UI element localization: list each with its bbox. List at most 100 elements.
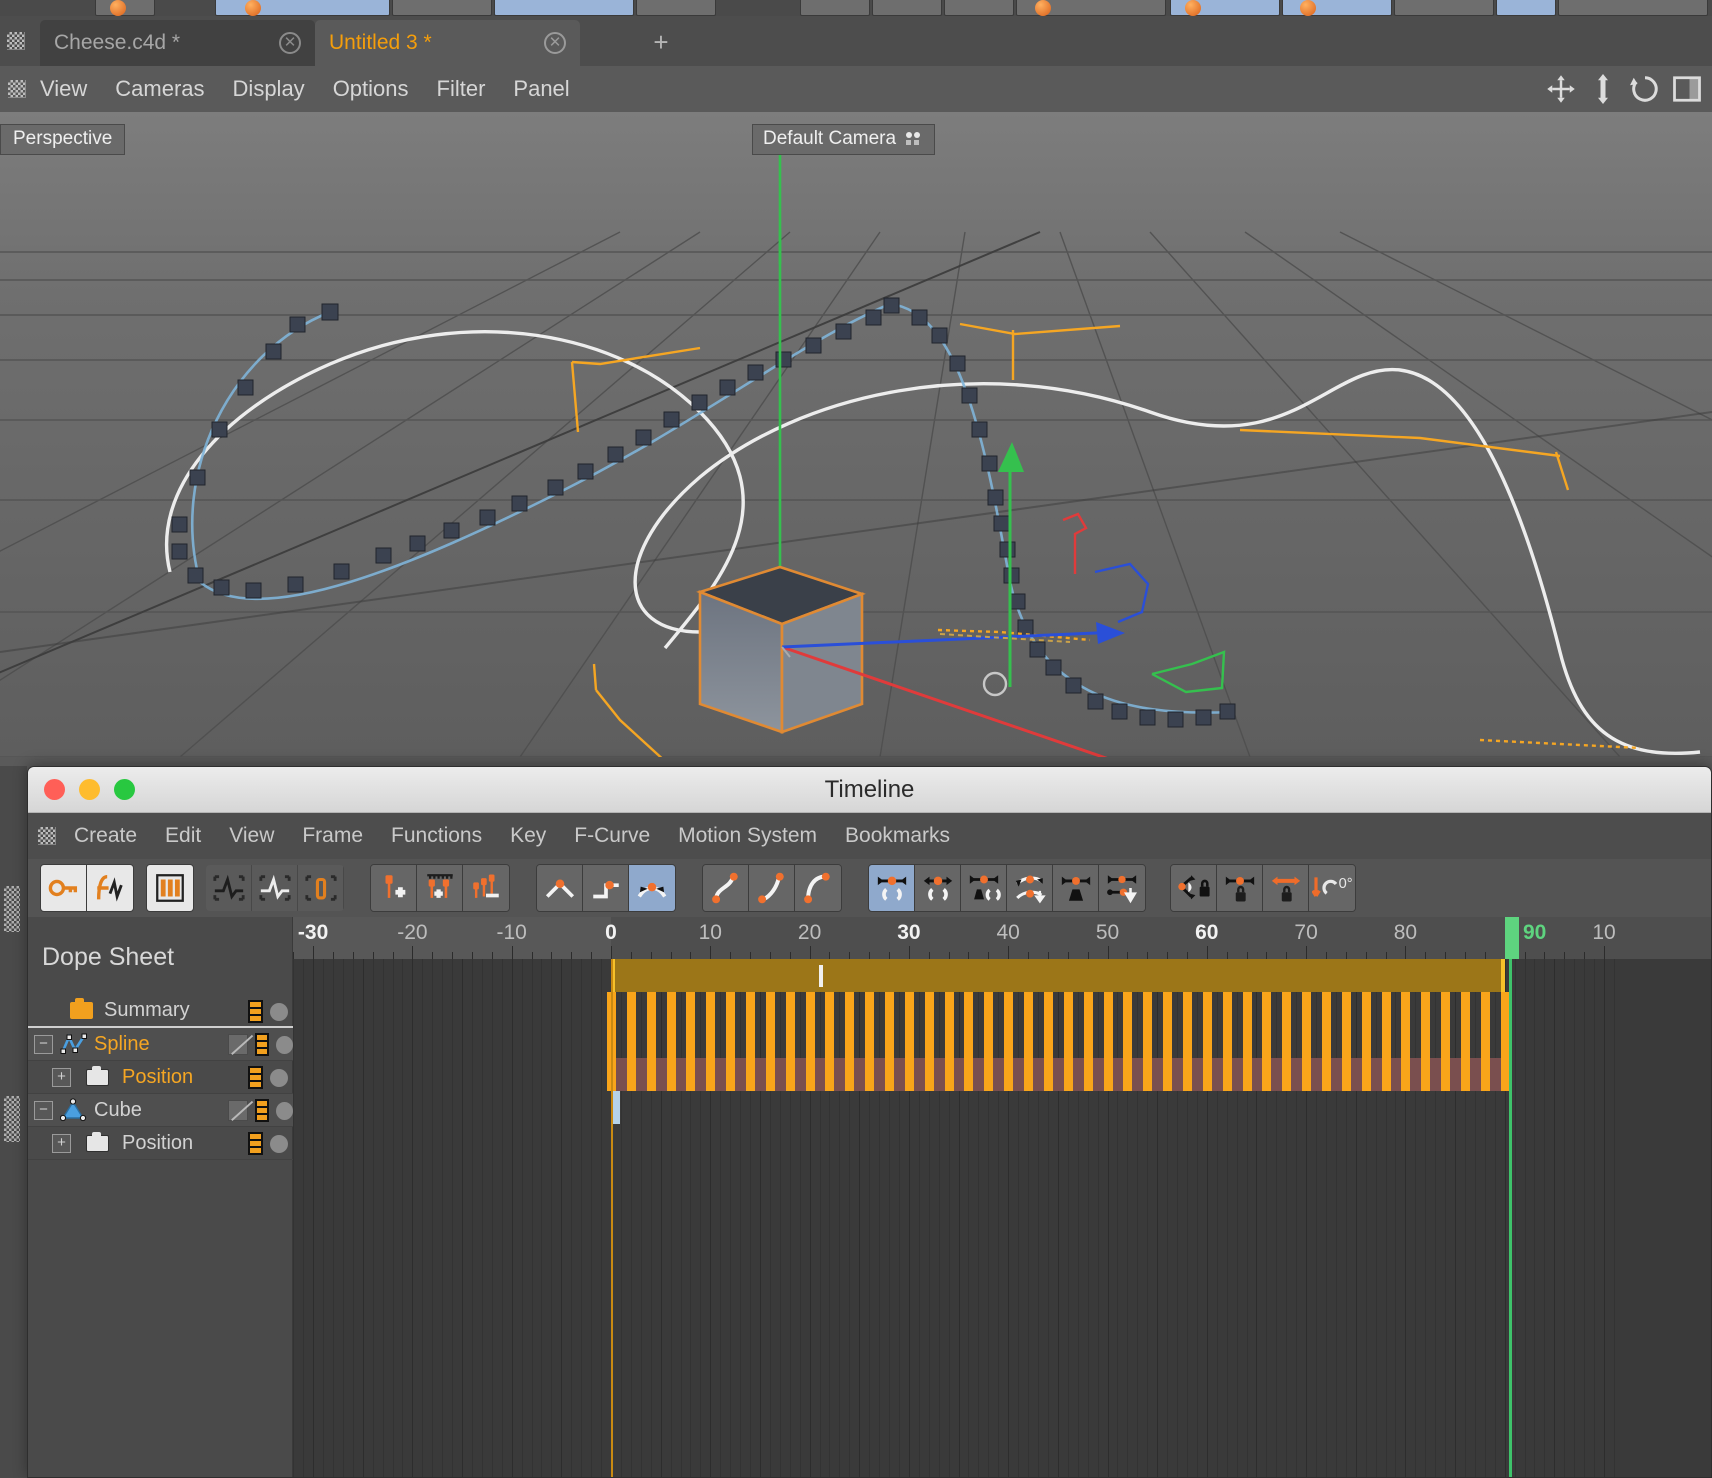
- preview-range-end-handle[interactable]: [1501, 959, 1505, 992]
- palette-orange-icon[interactable]: [245, 0, 261, 16]
- keyframe[interactable]: [1103, 1058, 1113, 1091]
- ease-out-button[interactable]: [795, 865, 841, 911]
- lock-value-button[interactable]: [1217, 865, 1263, 911]
- keyframe[interactable]: [865, 992, 875, 1025]
- keyframe[interactable]: [865, 1058, 875, 1091]
- keyframe[interactable]: [686, 1025, 696, 1058]
- track-solo-icon[interactable]: [270, 1068, 288, 1087]
- keyframe[interactable]: [1143, 1058, 1153, 1091]
- track-layer-chips-icon[interactable]: [248, 1132, 263, 1155]
- keyframe[interactable]: [686, 992, 696, 1025]
- keyframe[interactable]: [726, 1025, 736, 1058]
- palette-chunk[interactable]: [944, 0, 1014, 16]
- keyframe[interactable]: [1262, 1025, 1272, 1058]
- show-selected-button[interactable]: [252, 865, 298, 911]
- keyframe[interactable]: [944, 1025, 954, 1058]
- track-solo-icon[interactable]: [270, 1002, 288, 1021]
- keyframe[interactable]: [1282, 1058, 1292, 1091]
- keyframe[interactable]: [1083, 992, 1093, 1025]
- keyframe[interactable]: [1421, 1058, 1431, 1091]
- keyframe[interactable]: [924, 1058, 934, 1091]
- keyframe[interactable]: [924, 992, 934, 1025]
- show-region-button[interactable]: [298, 865, 344, 911]
- keyframe[interactable]: [746, 1025, 756, 1058]
- keyframe[interactable]: [1401, 992, 1411, 1025]
- keyframe[interactable]: [1202, 1025, 1212, 1058]
- keyframe[interactable]: [1063, 1025, 1073, 1058]
- palette-chunk-selected[interactable]: [1496, 0, 1556, 16]
- keyframe[interactable]: [825, 1058, 835, 1091]
- playhead-line[interactable]: [1509, 959, 1512, 1477]
- record-key-button[interactable]: [371, 865, 417, 911]
- keyframe[interactable]: [1381, 992, 1391, 1025]
- track-layer-chips-icon[interactable]: [254, 1033, 270, 1056]
- keyrow-spline-position[interactable]: [293, 1025, 1711, 1058]
- keyframe[interactable]: [1302, 1025, 1312, 1058]
- dope-sheet-tree-pane[interactable]: Dope Sheet Summary − Spline + Position −…: [28, 917, 293, 1477]
- keyframe[interactable]: [885, 992, 895, 1025]
- palette-chunk[interactable]: [800, 0, 870, 16]
- keyframe[interactable]: [646, 992, 656, 1025]
- keyframe[interactable]: [805, 1025, 815, 1058]
- keyrow-summary[interactable]: [611, 959, 1505, 992]
- keyframe[interactable]: [1123, 1025, 1133, 1058]
- keyframe[interactable]: [1321, 1025, 1331, 1058]
- keyframe[interactable]: [1242, 992, 1252, 1025]
- keyframe[interactable]: [1182, 992, 1192, 1025]
- keyframe[interactable]: [1361, 1058, 1371, 1091]
- keyframe[interactable]: [1182, 1025, 1192, 1058]
- keyframe[interactable]: [1143, 1025, 1153, 1058]
- palette-chunk-selected[interactable]: [494, 0, 634, 16]
- pan-view-icon[interactable]: [1588, 74, 1618, 104]
- keyframe[interactable]: [1163, 1058, 1173, 1091]
- collapse-toggle-icon[interactable]: −: [34, 1034, 53, 1054]
- track-solo-icon[interactable]: [276, 1035, 293, 1054]
- keyframe[interactable]: [805, 992, 815, 1025]
- keyframe[interactable]: [1441, 1025, 1451, 1058]
- break-tangent-button[interactable]: [915, 865, 961, 911]
- menu-create[interactable]: Create: [74, 824, 137, 848]
- keyframe[interactable]: [984, 992, 994, 1025]
- lock-length-button[interactable]: [1263, 865, 1309, 911]
- show-animated-button[interactable]: [206, 865, 252, 911]
- keyframe[interactable]: [1361, 992, 1371, 1025]
- keyrow-spline[interactable]: [293, 992, 1711, 1025]
- keyframe[interactable]: [825, 1025, 835, 1058]
- keyframe[interactable]: [1460, 992, 1470, 1025]
- timeline-menu-grip-icon[interactable]: [38, 827, 56, 845]
- zoom-button[interactable]: [114, 779, 135, 800]
- collapse-toggle-icon[interactable]: −: [34, 1100, 53, 1120]
- keyframe[interactable]: [765, 1058, 775, 1091]
- keyframe[interactable]: [924, 1025, 934, 1058]
- maximize-view-icon[interactable]: [1672, 74, 1702, 104]
- keyframe[interactable]: [885, 1025, 895, 1058]
- track-layer-chips-icon[interactable]: [248, 1066, 263, 1089]
- palette-chunk-selected[interactable]: [1282, 0, 1392, 16]
- keyframe[interactable]: [1460, 1058, 1470, 1091]
- viewport-menu-grip-icon[interactable]: [8, 80, 26, 98]
- keyframe[interactable]: [1222, 992, 1232, 1025]
- key-mode-button[interactable]: [41, 865, 87, 911]
- fcurve-mode-button[interactable]: [87, 865, 133, 911]
- keyframe[interactable]: [1421, 992, 1431, 1025]
- keyframe[interactable]: [1163, 992, 1173, 1025]
- viewport-menu-panel[interactable]: Panel: [513, 76, 569, 102]
- keyframe[interactable]: [666, 1025, 676, 1058]
- keyframe[interactable]: [646, 1058, 656, 1091]
- palette-chunk-selected[interactable]: [215, 0, 390, 16]
- menu-view[interactable]: View: [229, 824, 274, 848]
- expand-toggle-icon[interactable]: +: [52, 1067, 71, 1087]
- clamp-tangent-button[interactable]: [1099, 865, 1145, 911]
- keyframe[interactable]: [1143, 992, 1153, 1025]
- auto-key-button[interactable]: [417, 865, 463, 911]
- viewport-menu-display[interactable]: Display: [233, 76, 305, 102]
- keyframe[interactable]: [1341, 1025, 1351, 1058]
- track-solo-icon[interactable]: [276, 1101, 293, 1120]
- keyframe[interactable]: [726, 992, 736, 1025]
- keyframe[interactable]: [1043, 1058, 1053, 1091]
- menu-edit[interactable]: Edit: [165, 824, 201, 848]
- keyframe[interactable]: [1004, 1025, 1014, 1058]
- viewport-menu-cameras[interactable]: Cameras: [115, 76, 204, 102]
- keyframe[interactable]: [686, 1058, 696, 1091]
- keyframe[interactable]: [1222, 1025, 1232, 1058]
